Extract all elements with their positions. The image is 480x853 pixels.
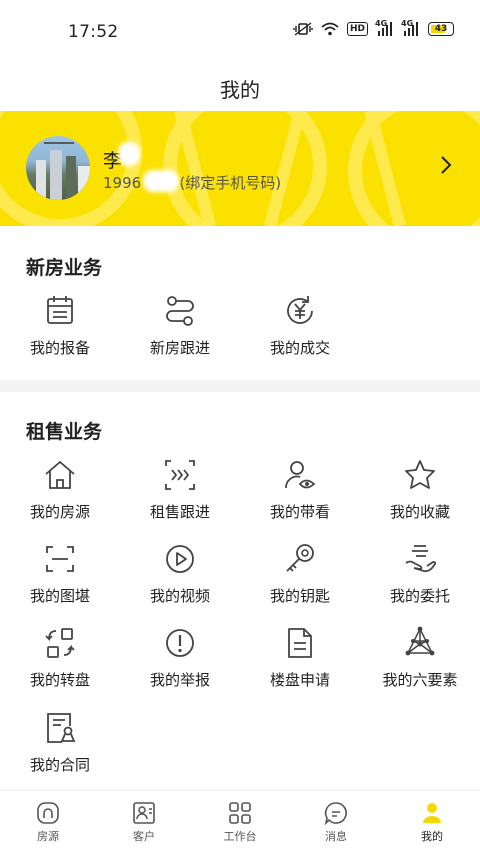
section-title-new-house: 新房业务 [26, 257, 103, 279]
network-icon [405, 626, 435, 656]
item-rental-follow[interactable]: 租售跟进 [120, 457, 240, 537]
item-my-report-abuse[interactable]: 我的举报 [120, 625, 240, 705]
play-icon [166, 545, 194, 573]
contract-icon [47, 713, 76, 743]
avatar[interactable] [26, 136, 90, 200]
tab-mine[interactable]: 我的 [384, 791, 480, 853]
status-icons: HD 4G 4G 43 [293, 19, 454, 36]
item-my-entrust[interactable]: 我的委托 [360, 541, 480, 621]
tab-listings[interactable]: 房源 [0, 791, 96, 853]
person-eye-icon [285, 461, 316, 489]
route-icon [166, 296, 194, 326]
signal-icon-2: 4G [401, 19, 420, 36]
page-header: 我的 [0, 64, 480, 112]
house-icon [45, 460, 75, 489]
page-title: 我的 [220, 77, 260, 102]
phone-mask [143, 170, 179, 192]
item-my-survey[interactable]: 我的图堪 [0, 541, 120, 621]
key-icon [286, 544, 314, 572]
item-my-listings[interactable]: 我的房源 [0, 457, 120, 537]
signal-icon: 4G [375, 19, 394, 36]
tab-customers[interactable]: 客户 [96, 791, 192, 853]
status-time: 17:52 [68, 22, 119, 42]
tab-messages[interactable]: 消息 [288, 791, 384, 853]
house-tab-icon [37, 802, 59, 824]
item-new-house-follow[interactable]: 新房跟进 [120, 293, 240, 373]
item-six-elements[interactable]: 我的六要素 [360, 625, 480, 705]
bottom-nav: 房源 客户 工作台 消息 我的 [0, 790, 480, 853]
profile-banner[interactable] [0, 111, 480, 226]
item-building-apply[interactable]: 楼盘申请 [240, 625, 360, 705]
section-title-rental: 租售业务 [26, 421, 103, 443]
item-my-video[interactable]: 我的视频 [120, 541, 240, 621]
yuan-cycle-icon [287, 296, 313, 324]
section-separator [0, 380, 480, 392]
mine-tab-icon [423, 803, 441, 823]
tab-workbench[interactable]: 工作台 [192, 791, 288, 853]
item-my-report[interactable]: 我的报备 [0, 293, 120, 373]
vibrate-icon [293, 22, 313, 36]
transfer-icon [45, 628, 75, 658]
scan-frame-icon [46, 546, 74, 572]
hand-icon [405, 545, 437, 573]
name-mask [118, 142, 140, 166]
user-phone: 1996 706 (绑定手机号码) [103, 174, 282, 192]
item-my-favorites[interactable]: 我的收藏 [360, 457, 480, 537]
item-my-transfer[interactable]: 我的转盘 [0, 625, 120, 705]
follow-icon [165, 460, 195, 490]
star-icon [405, 460, 435, 489]
wifi-icon [321, 22, 339, 36]
battery-icon: 43 [428, 22, 454, 36]
alert-icon [166, 629, 194, 657]
item-my-keys[interactable]: 我的钥匙 [240, 541, 360, 621]
customer-tab-icon [133, 802, 155, 824]
workbench-tab-icon [229, 802, 251, 824]
chevron-right-icon[interactable] [437, 154, 455, 176]
document-icon [288, 628, 312, 658]
item-my-contract[interactable]: 我的合同 [0, 710, 120, 790]
hd-badge: HD [346, 22, 368, 36]
message-tab-icon [324, 802, 347, 825]
calendar-icon [47, 296, 73, 324]
status-bar: 17:52 HD 4G 4G 43 [0, 0, 480, 64]
item-my-deal[interactable]: 我的成交 [240, 293, 360, 373]
item-my-viewing[interactable]: 我的带看 [240, 457, 360, 537]
